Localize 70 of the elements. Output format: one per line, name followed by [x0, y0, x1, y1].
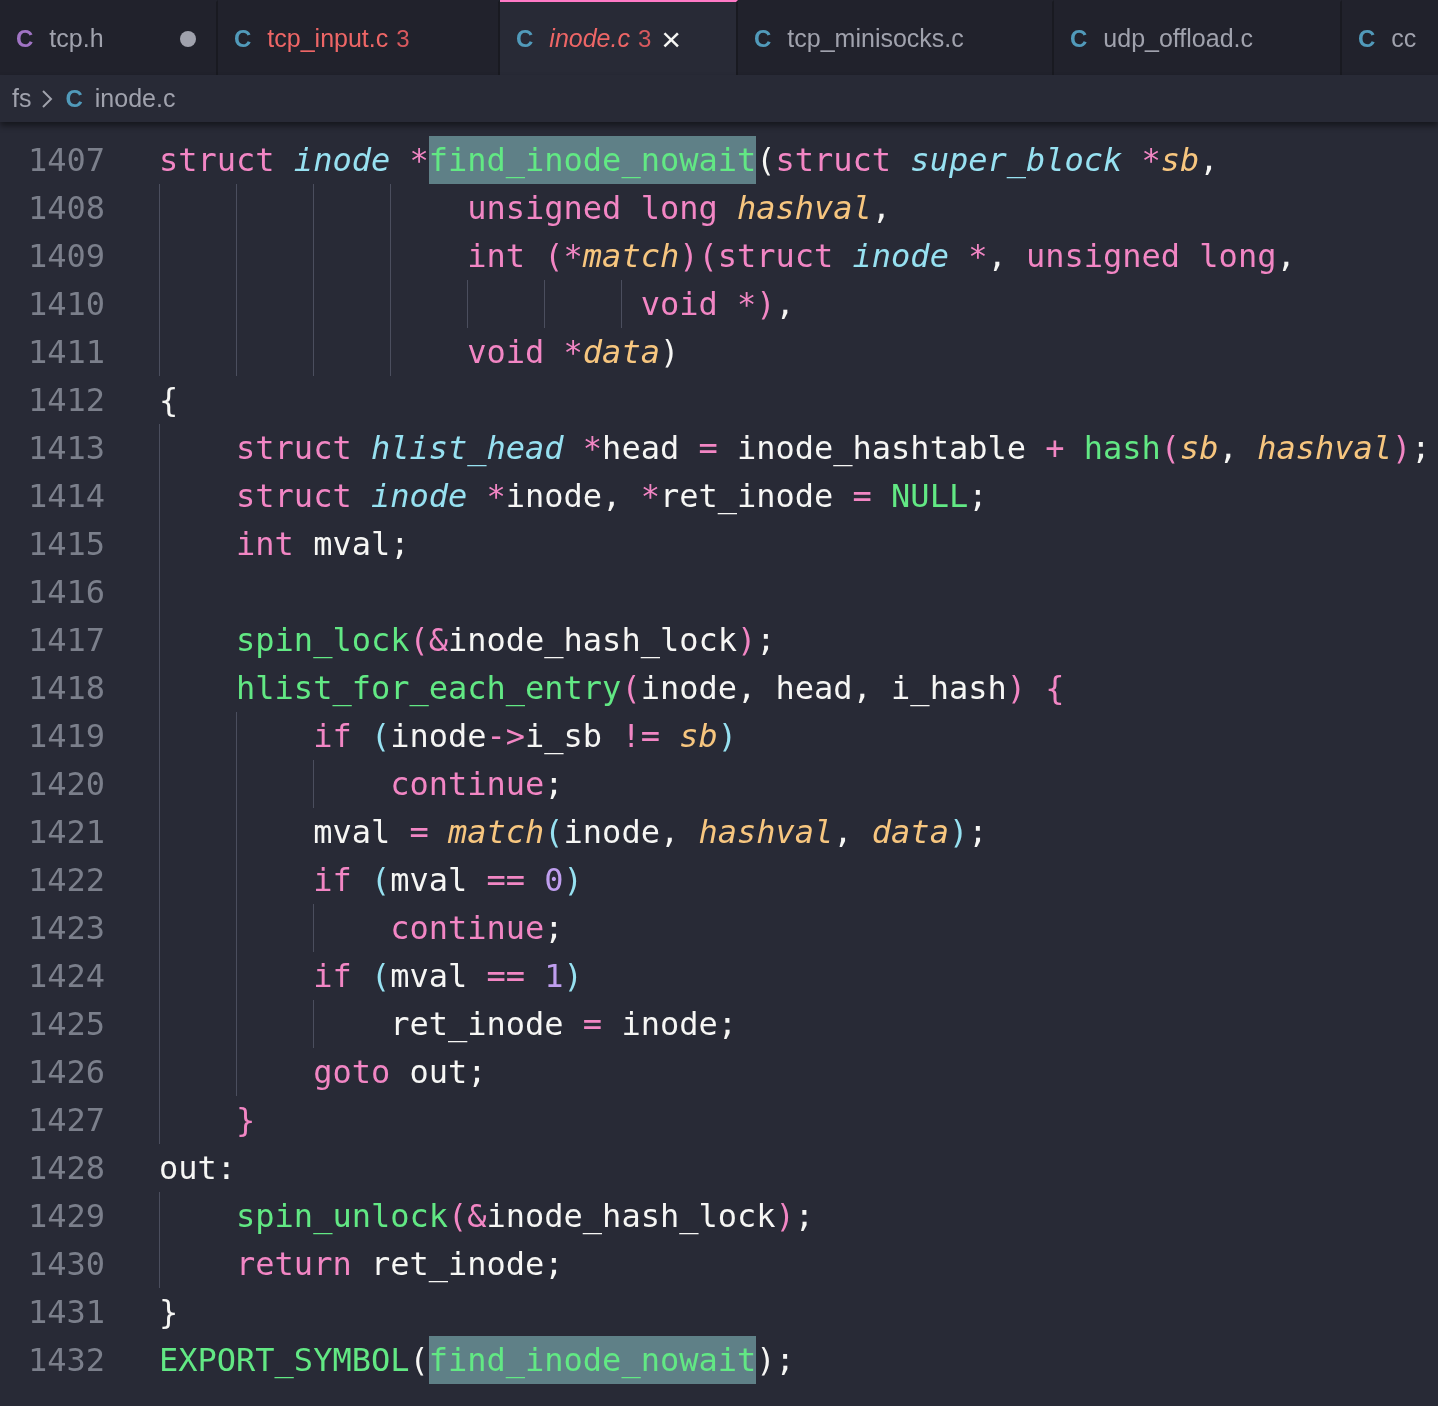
line-number: 1429 [26, 1197, 105, 1235]
line-number: 1407 [26, 141, 105, 179]
problem-count: 3 [637, 24, 652, 53]
tab-label: tcp.h [49, 24, 104, 53]
code-line: unsigned long hashval, [466, 188, 892, 229]
line-number: 1419 [26, 717, 105, 755]
line-number: 1418 [26, 669, 105, 707]
code-line: continue; [389, 764, 564, 805]
code-line: void *data) [466, 332, 680, 373]
line-number: 1423 [26, 909, 105, 947]
line-number: 1413 [26, 429, 105, 467]
code-line: continue; [389, 908, 564, 949]
code-line: mval = match(inode, hashval, data); [312, 812, 988, 853]
code-line: goto out; [312, 1052, 487, 1093]
editor-tab[interactable]: C inode.c 3 × [500, 0, 738, 75]
tab-label: inode.c [549, 24, 630, 53]
line-number: 1431 [26, 1293, 105, 1331]
line-number: 1417 [26, 621, 105, 659]
c-file-icon: C [14, 24, 36, 53]
line-number: 1409 [26, 237, 105, 275]
c-file-icon: C [63, 84, 85, 113]
c-file-icon: C [232, 24, 254, 53]
line-number: 1425 [26, 1005, 105, 1043]
tab-label: tcp_minisocks.c [787, 24, 964, 53]
line-number: 1427 [26, 1101, 105, 1139]
line-number: 1428 [26, 1149, 105, 1187]
line-number: 1412 [26, 381, 105, 419]
code-line: spin_unlock(&inode_hash_lock); [235, 1196, 815, 1237]
breadcrumb-folder[interactable]: fs [12, 84, 32, 113]
tab-label: tcp_input.c [267, 24, 389, 53]
code-line: spin_lock(&inode_hash_lock); [235, 620, 776, 661]
c-file-icon: C [752, 24, 774, 53]
tab-label: udp_offload.c [1103, 24, 1253, 53]
line-number: 1410 [26, 285, 105, 323]
code-line: return ret_inode; [235, 1244, 564, 1285]
line-number: 1414 [26, 477, 105, 515]
code-line: struct inode *inode, *ret_inode = NULL; [235, 476, 988, 517]
line-number: 1420 [26, 765, 105, 803]
code-line: if (mval == 0) [312, 860, 583, 901]
code-line: if (mval == 1) [312, 956, 583, 997]
c-file-icon: C [1356, 24, 1378, 53]
breadcrumb-file[interactable]: inode.c [94, 84, 176, 113]
chevron-icon [41, 88, 54, 109]
code-line: struct inode *find_inode_nowait(struct super_block *sb, [159, 136, 1219, 184]
code-line: struct hlist_head *head = inode_hashtable + hash(sb, hashval); [235, 428, 1431, 469]
line-number: 1416 [26, 573, 105, 611]
c-file-icon: C [1068, 24, 1090, 53]
line-number: 1411 [26, 333, 105, 371]
code-line: hlist_for_each_entry(inode, head, i_hash) { [235, 668, 1065, 709]
line-number: 1424 [26, 957, 105, 995]
line-number: 1430 [26, 1245, 105, 1283]
line-number: 1432 [26, 1341, 105, 1379]
code-line: out: [159, 1148, 237, 1189]
problem-count: 3 [396, 24, 410, 53]
code-line: if (inode->i_sb != sb) [312, 716, 737, 757]
code-line: void *), [639, 284, 795, 325]
line-number: 1421 [26, 813, 105, 851]
tab-label: cc [1391, 24, 1417, 53]
c-file-icon: C [514, 24, 536, 53]
code-line: int mval; [235, 524, 410, 565]
code-line: } [235, 1100, 256, 1141]
line-number: 1415 [26, 525, 105, 563]
code-line: ret_inode = inode; [389, 1004, 737, 1045]
code-line: int (*match)(struct inode *, unsigned long, [466, 236, 1296, 277]
code-line: } [159, 1292, 179, 1333]
close-button[interactable]: × [661, 21, 682, 56]
line-number: 1408 [26, 189, 105, 227]
line-number: 1422 [26, 861, 105, 899]
code-line: { [159, 380, 179, 421]
line-number: 1426 [26, 1053, 105, 1091]
